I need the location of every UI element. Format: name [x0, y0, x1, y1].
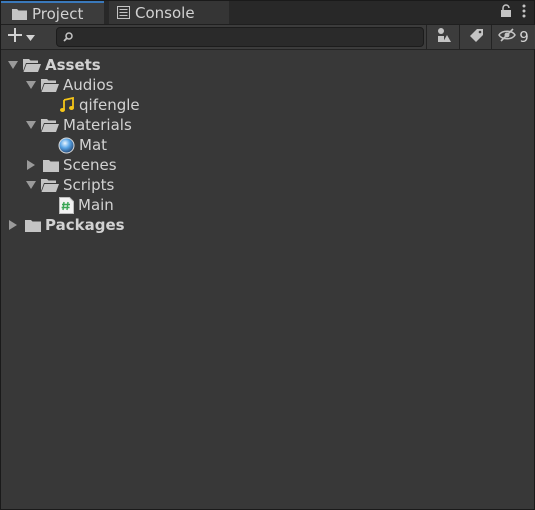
- csharp-script-icon: [59, 196, 74, 214]
- audio-clip-icon: [59, 97, 75, 113]
- folder-open-icon: [23, 58, 41, 72]
- more-options-icon[interactable]: [522, 4, 526, 22]
- hidden-packages-toggle[interactable]: 9: [491, 25, 535, 49]
- tree-item-mat[interactable]: Mat: [1, 135, 534, 155]
- lock-icon[interactable]: [500, 4, 512, 22]
- tree-item-qifengle[interactable]: qifengle: [1, 95, 534, 115]
- tree-item-label: Scenes: [63, 156, 117, 174]
- tag-icon: [469, 28, 484, 47]
- tree-item-scripts[interactable]: Scripts: [1, 175, 534, 195]
- chevron-right-icon[interactable]: [25, 159, 37, 171]
- search-icon: [63, 32, 73, 42]
- tab-bar-controls: [500, 4, 526, 22]
- tree-item-label: Mat: [79, 136, 108, 154]
- chevron-right-icon[interactable]: [7, 219, 19, 231]
- tree-item-packages[interactable]: Packages: [1, 215, 534, 235]
- chevron-down-icon[interactable]: [7, 59, 19, 71]
- search-input[interactable]: [73, 29, 423, 45]
- folder-open-icon: [41, 78, 59, 92]
- create-button[interactable]: [7, 27, 43, 47]
- tree-item-scenes[interactable]: Scenes: [1, 155, 534, 175]
- console-icon: [117, 6, 130, 19]
- tab-console-label: Console: [135, 3, 195, 22]
- chevron-down-icon: [26, 29, 35, 45]
- material-sphere-icon: [58, 137, 75, 154]
- tree-item-assets[interactable]: Assets: [1, 55, 534, 75]
- tree-item-audios[interactable]: Audios: [1, 75, 534, 95]
- search-field[interactable]: [56, 27, 424, 47]
- folder-open-icon: [41, 118, 59, 132]
- chevron-down-icon[interactable]: [25, 79, 37, 91]
- tree-item-main[interactable]: Main: [1, 195, 534, 215]
- tree-item-label: Main: [78, 196, 114, 214]
- project-tree: Assets Audios qifengle Materials Mat Sce…: [1, 55, 534, 235]
- plus-icon: [7, 27, 23, 47]
- tree-item-label: qifengle: [79, 96, 140, 114]
- search-by-type-button[interactable]: [426, 25, 460, 49]
- tree-item-label: Packages: [45, 216, 125, 234]
- filter-by-type-icon: [436, 27, 452, 47]
- chevron-down-icon[interactable]: [25, 119, 37, 131]
- folder-icon: [12, 8, 27, 20]
- tree-item-label: Materials: [63, 116, 132, 134]
- tab-project[interactable]: Project: [1, 1, 104, 24]
- tree-item-label: Audios: [63, 76, 114, 94]
- project-window: Project Console 9 Assets Audios qifengle…: [0, 0, 535, 510]
- tab-bar: Project Console: [1, 1, 534, 25]
- search-by-label-button[interactable]: [459, 25, 492, 49]
- eye-slash-icon: [498, 28, 517, 46]
- project-toolbar: 9: [1, 25, 535, 50]
- tree-item-label: Assets: [45, 56, 101, 74]
- folder-open-icon: [41, 178, 59, 192]
- tab-project-label: Project: [32, 4, 84, 23]
- folder-icon: [43, 159, 59, 172]
- tab-console[interactable]: Console: [109, 1, 229, 24]
- folder-icon: [25, 219, 41, 232]
- tree-item-materials[interactable]: Materials: [1, 115, 534, 135]
- chevron-down-icon[interactable]: [25, 179, 37, 191]
- hidden-packages-count: 9: [519, 28, 529, 46]
- tree-item-label: Scripts: [63, 176, 115, 194]
